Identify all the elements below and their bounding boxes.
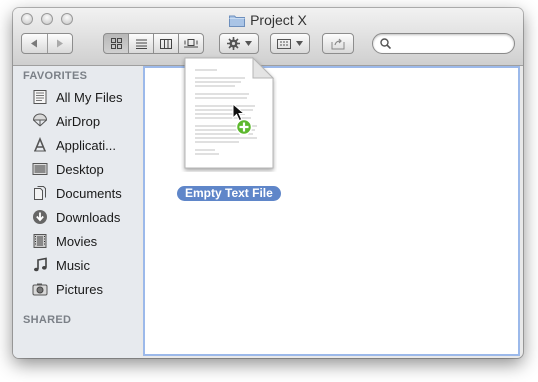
pictures-icon	[31, 280, 49, 298]
search-icon	[380, 38, 391, 49]
share-button[interactable]	[322, 33, 354, 54]
desktop-icon	[31, 160, 49, 178]
arrange-menu-button[interactable]	[270, 33, 310, 54]
movies-icon	[31, 232, 49, 250]
chevron-down-icon	[244, 41, 252, 46]
cover-flow-icon	[184, 39, 198, 48]
share-icon	[331, 38, 345, 49]
sidebar-item-pictures[interactable]: Pictures	[31, 279, 139, 299]
sidebar-item-downloads[interactable]: Downloads	[31, 207, 139, 227]
sidebar-item-desktop[interactable]: Desktop	[31, 159, 139, 179]
file-browser-area[interactable]: Empty Text File	[143, 56, 520, 356]
sidebar-item-label: Documents	[56, 185, 122, 201]
gear-icon	[226, 37, 240, 50]
list-view-icon	[135, 39, 147, 49]
documents-icon	[31, 184, 49, 202]
forward-button[interactable]	[48, 34, 73, 53]
sidebar-item-label: Applicati...	[56, 137, 116, 153]
sidebar: FAVORITES All My Files AirDrop Applicati…	[13, 66, 141, 358]
icon-view-button[interactable]	[103, 33, 129, 54]
icon-view-icon	[110, 38, 122, 49]
favorites-heading: FAVORITES	[23, 70, 88, 82]
sidebar-item-label: Downloads	[56, 209, 121, 225]
sidebar-item-label: AirDrop	[56, 113, 101, 129]
sidebar-item-documents[interactable]: Documents	[31, 183, 139, 203]
back-forward-control	[21, 33, 73, 54]
sidebar-item-label: Desktop	[56, 161, 104, 177]
action-menu-button[interactable]	[219, 33, 259, 54]
applications-icon	[31, 136, 49, 154]
sidebar-item-label: Pictures	[56, 281, 103, 297]
forward-arrow-icon	[56, 39, 63, 48]
cover-flow-view-button[interactable]	[178, 33, 204, 54]
music-icon	[31, 256, 49, 274]
column-view-button[interactable]	[153, 33, 179, 54]
sidebar-item-music[interactable]: Music	[31, 255, 139, 275]
airdrop-icon	[31, 112, 49, 130]
chevron-down-icon	[296, 41, 303, 46]
text-document-icon[interactable]	[181, 54, 277, 172]
sidebar-item-label: All My Files	[56, 89, 123, 105]
arrange-icon	[277, 38, 291, 49]
list-view-button[interactable]	[128, 33, 154, 54]
sidebar-item-label: Movies	[56, 233, 98, 249]
back-arrow-icon	[31, 39, 38, 48]
window-title: Project X	[250, 12, 307, 28]
sidebar-item-airdrop[interactable]: AirDrop	[31, 111, 139, 131]
search-field[interactable]	[372, 33, 515, 54]
folder-icon	[229, 14, 246, 30]
shared-heading: SHARED	[23, 314, 72, 326]
finder-window: Project X FAVORITES All My Files AirDrop…	[13, 8, 523, 358]
sidebar-item-label: Music	[56, 257, 90, 273]
all-my-files-icon	[31, 88, 49, 106]
column-view-icon	[160, 38, 172, 49]
downloads-icon	[31, 208, 49, 226]
sidebar-item-applications[interactable]: Applicati...	[31, 135, 139, 155]
sidebar-item-all-my-files[interactable]: All My Files	[31, 87, 139, 107]
sidebar-item-movies[interactable]: Movies	[31, 231, 139, 251]
window-title-area: Project X	[13, 12, 523, 30]
search-input[interactable]	[395, 36, 509, 53]
back-button[interactable]	[22, 34, 48, 53]
selected-file-name[interactable]: Empty Text File	[177, 186, 281, 201]
